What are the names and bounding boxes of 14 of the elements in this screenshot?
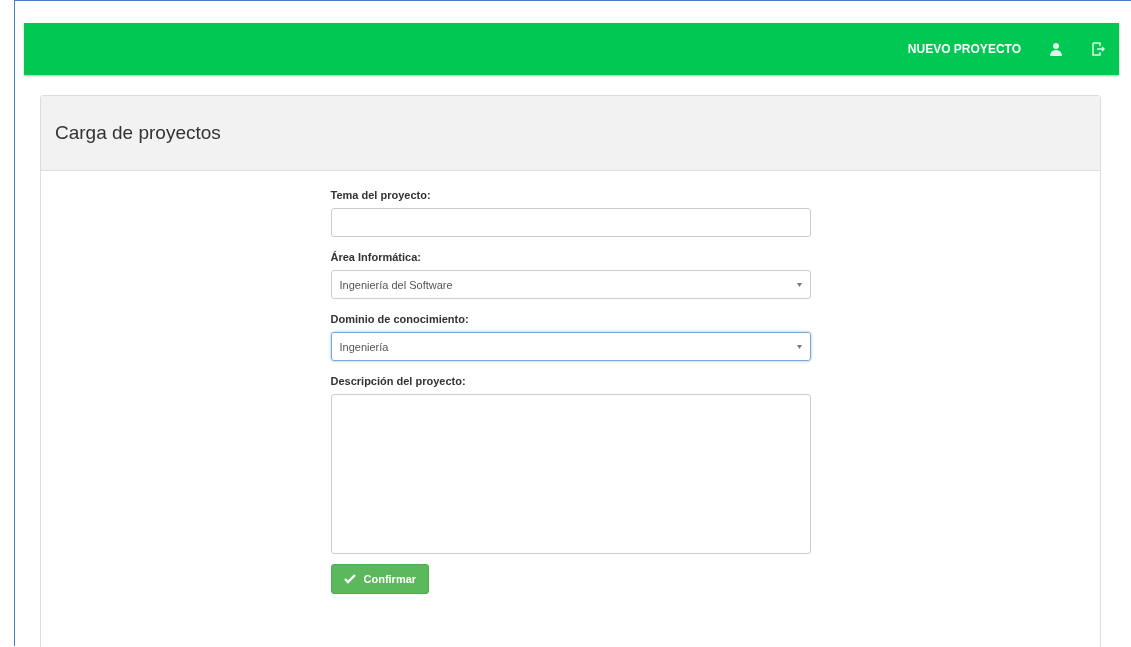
text-field[interactable] — [330, 208, 811, 237]
description-field[interactable] — [330, 394, 811, 554]
field-label: Dominio de conocimiento: — [330, 313, 470, 325]
logout-icon[interactable] — [1091, 42, 1105, 56]
panel-title: Carga de proyectos — [55, 122, 221, 144]
select-field[interactable]: Ingeniería del Software — [330, 270, 811, 299]
select-field[interactable]: Ingeniería — [330, 332, 811, 361]
user-icon[interactable] — [1049, 42, 1063, 56]
field-label: Tema del proyecto: — [330, 189, 432, 201]
check-icon — [343, 574, 356, 584]
caret-icon — [796, 282, 802, 287]
field-label: Área Informática: — [330, 251, 422, 263]
field-label: Descripción del proyecto: — [330, 375, 467, 387]
caret-icon — [796, 344, 802, 349]
